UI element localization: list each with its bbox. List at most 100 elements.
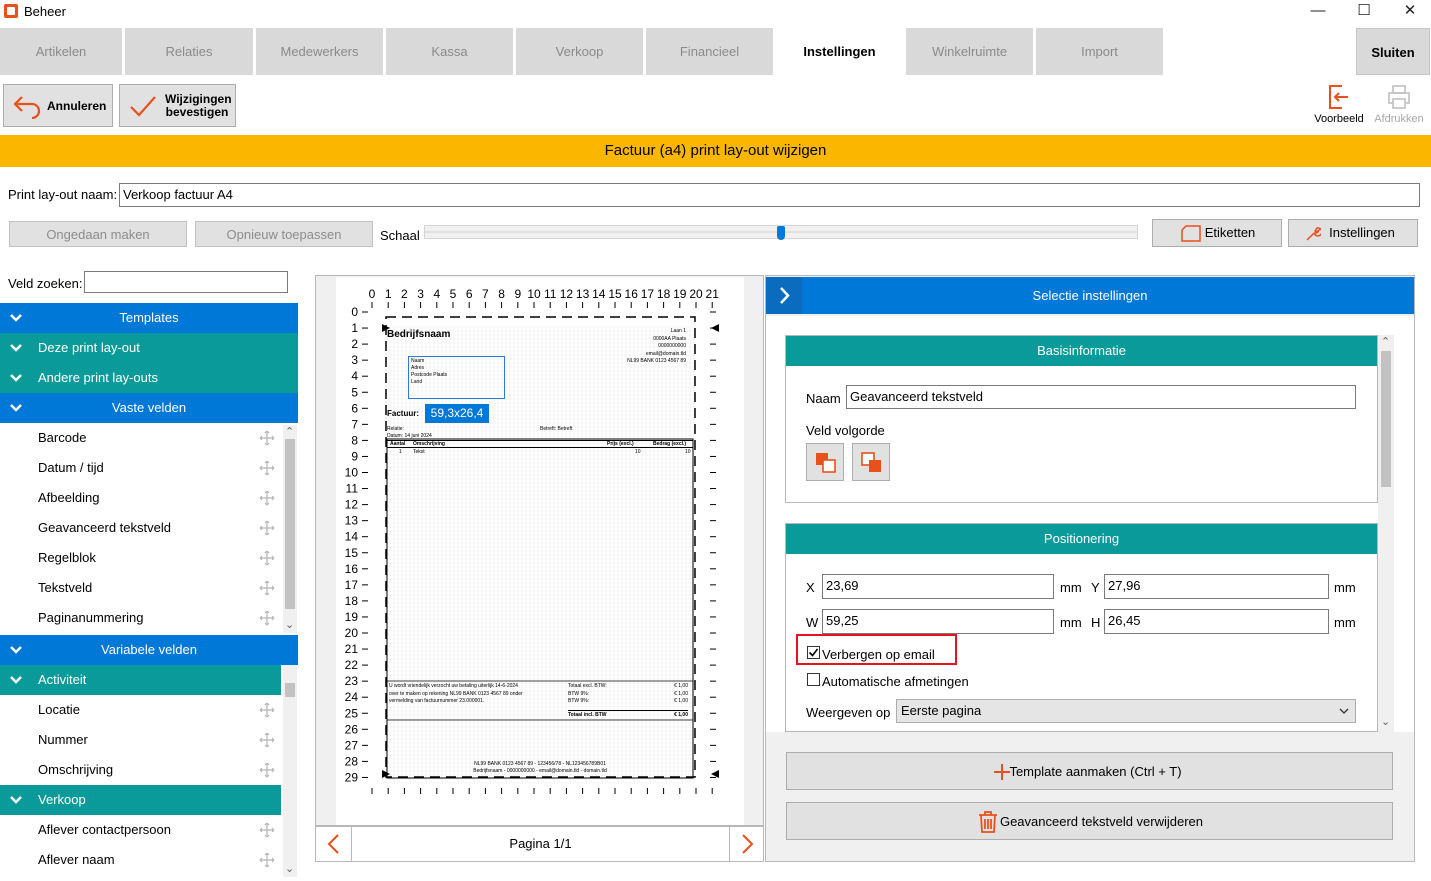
ruler-x-label: 12 <box>560 287 574 301</box>
w-input[interactable]: 59,25 <box>822 609 1054 634</box>
field-item[interactable]: Nummer <box>0 725 281 755</box>
variable-list-scrollbar[interactable]: ⌄ <box>283 665 297 877</box>
scroll-up-icon[interactable]: ⌃ <box>285 425 294 438</box>
scroll-up-icon[interactable]: ⌃ <box>1381 335 1390 348</box>
field-search-input[interactable] <box>84 271 288 293</box>
print-button[interactable]: Afdrukken <box>1371 82 1427 128</box>
close-window-button[interactable]: ✕ <box>1387 0 1431 24</box>
drag-handle-icon[interactable] <box>259 702 275 718</box>
collapse-panel-button[interactable] <box>766 277 802 314</box>
labels-button[interactable]: Etiketten <box>1152 219 1282 247</box>
tab-kassa[interactable]: Kassa <box>386 28 513 75</box>
drag-handle-icon[interactable] <box>259 550 275 566</box>
ruler-y-label: 24 <box>345 690 359 704</box>
hide-on-email-checkbox[interactable] <box>807 646 820 659</box>
send-to-back-button[interactable] <box>852 443 890 481</box>
preview-button[interactable]: Voorbeeld <box>1313 82 1365 128</box>
field-item[interactable]: Regelblok <box>0 543 281 573</box>
drag-handle-icon[interactable] <box>259 520 275 536</box>
tab-financieel[interactable]: Financieel <box>646 28 773 75</box>
tab-instellingen[interactable]: Instellingen <box>776 28 903 75</box>
field-item[interactable]: Omschrijving <box>0 755 281 785</box>
field-item[interactable]: Aflever naam <box>0 845 281 875</box>
field-item[interactable]: Paginanummering <box>0 603 281 633</box>
show-on-select[interactable]: Eerste pagina <box>896 699 1356 723</box>
drag-handle-icon[interactable] <box>259 580 275 596</box>
tab-artikelen[interactable]: Artikelen <box>0 28 122 75</box>
h-input[interactable]: 26,45 <box>1104 609 1329 634</box>
section-templates[interactable]: Templates <box>0 303 298 333</box>
scale-thumb[interactable] <box>777 226 785 240</box>
scroll-down-icon[interactable]: ⌄ <box>1381 715 1390 728</box>
section-activity[interactable]: Activiteit <box>0 665 281 695</box>
tab-winkelruimte[interactable]: Winkelruimte <box>906 28 1033 75</box>
layout-name-input[interactable]: Verkoop factuur A4 <box>119 183 1420 207</box>
maximize-button[interactable]: ☐ <box>1341 0 1387 24</box>
drag-handle-icon[interactable] <box>259 852 275 868</box>
scale-slider[interactable] <box>424 225 1138 240</box>
section-sale[interactable]: Verkoop <box>0 785 281 815</box>
doc-table-header: Aantal Omschrijving Prijs (excl.) Bedrag… <box>387 440 693 448</box>
next-page-button[interactable] <box>729 827 763 861</box>
scrollbar-thumb[interactable] <box>285 439 295 609</box>
field-item[interactable]: Barcode <box>0 423 281 453</box>
chevron-right-icon <box>780 287 790 304</box>
field-item[interactable]: Datum / tijd <box>0 453 281 483</box>
auto-size-checkbox[interactable] <box>807 673 820 686</box>
section-other-layouts[interactable]: Andere print lay-outs <box>0 363 298 393</box>
section-this-layout[interactable]: Deze print lay-out <box>0 333 298 363</box>
cancel-button[interactable]: Annuleren <box>3 84 113 127</box>
drag-handle-icon[interactable] <box>259 460 275 476</box>
section-fixed-fields[interactable]: Vaste velden <box>0 393 298 423</box>
drag-handle-icon[interactable] <box>259 732 275 748</box>
name-input[interactable]: Geavanceerd tekstveld <box>846 385 1356 409</box>
doc-footer-line2: Bedrijfsnaam - 0000000000 - email@domain… <box>473 768 607 774</box>
doc-meta-left2: Datum: 14 juni 2024 <box>387 433 432 439</box>
ruler-x-label: 11 <box>544 287 557 301</box>
field-item[interactable]: Afbeelding <box>0 483 281 513</box>
ruler-x-label: 10 <box>527 287 541 301</box>
create-template-button[interactable]: Template aanmaken (Ctrl + T) <box>786 752 1393 790</box>
prev-page-button[interactable] <box>316 827 352 861</box>
undo-button[interactable]: Ongedaan maken <box>9 221 187 247</box>
preview-icon <box>1329 85 1348 109</box>
x-input[interactable]: 23,69 <box>822 574 1054 599</box>
field-item[interactable]: Geavanceerd tekstveld <box>0 513 281 543</box>
scrollbar-thumb[interactable] <box>285 683 295 697</box>
doc-sum-label: Totaal excl. BTW: <box>568 683 607 689</box>
section-variable-fields[interactable]: Variabele velden <box>0 635 298 665</box>
hide-on-email-label[interactable]: Verbergen op email <box>822 647 935 662</box>
bring-to-front-button[interactable] <box>806 443 844 481</box>
field-item[interactable]: Locatie <box>0 695 281 725</box>
drag-handle-icon[interactable] <box>259 430 275 446</box>
scroll-down-icon[interactable]: ⌄ <box>285 618 294 631</box>
drag-handle-icon[interactable] <box>259 610 275 626</box>
minimize-button[interactable]: — <box>1295 0 1341 24</box>
drag-handle-icon[interactable] <box>259 762 275 778</box>
plus-icon <box>994 764 1010 780</box>
tab-relaties[interactable]: Relaties <box>125 28 253 75</box>
fixed-list-scrollbar[interactable]: ⌃ ⌄ <box>283 425 297 633</box>
delete-field-button[interactable]: Geavanceerd tekstveld verwijderen <box>786 802 1393 840</box>
y-input[interactable]: 27,96 <box>1104 574 1329 599</box>
drag-handle-icon[interactable] <box>259 822 275 838</box>
ruler-y-label: 29 <box>345 770 359 784</box>
scroll-down-icon[interactable]: ⌄ <box>285 862 294 875</box>
sluiten-button[interactable]: Sluiten <box>1356 28 1430 75</box>
tab-import[interactable]: Import <box>1036 28 1163 75</box>
settings-button[interactable]: Instellingen <box>1288 219 1418 247</box>
selected-text-field[interactable]: Naam Adres Postcode Plaats Land <box>408 356 505 399</box>
tab-verkoop[interactable]: Verkoop <box>516 28 643 75</box>
y-unit: mm <box>1334 580 1356 595</box>
scrollbar-thumb[interactable] <box>1381 351 1391 487</box>
confirm-button[interactable]: Wijzigingen bevestigen <box>119 84 236 127</box>
drag-handle-icon[interactable] <box>259 490 275 506</box>
tab-medewerkers[interactable]: Medewerkers <box>256 28 383 75</box>
ruler-y-label: 27 <box>345 738 359 752</box>
selection-scrollbar[interactable]: ⌃ ⌄ <box>1378 335 1394 732</box>
field-item[interactable]: Aflever contactpersoon <box>0 815 281 845</box>
auto-size-label[interactable]: Automatische afmetingen <box>822 674 969 689</box>
field-item[interactable]: Tekstveld <box>0 573 281 603</box>
redo-button[interactable]: Opnieuw toepassen <box>195 221 373 247</box>
ruler-y-label: 10 <box>345 466 359 480</box>
